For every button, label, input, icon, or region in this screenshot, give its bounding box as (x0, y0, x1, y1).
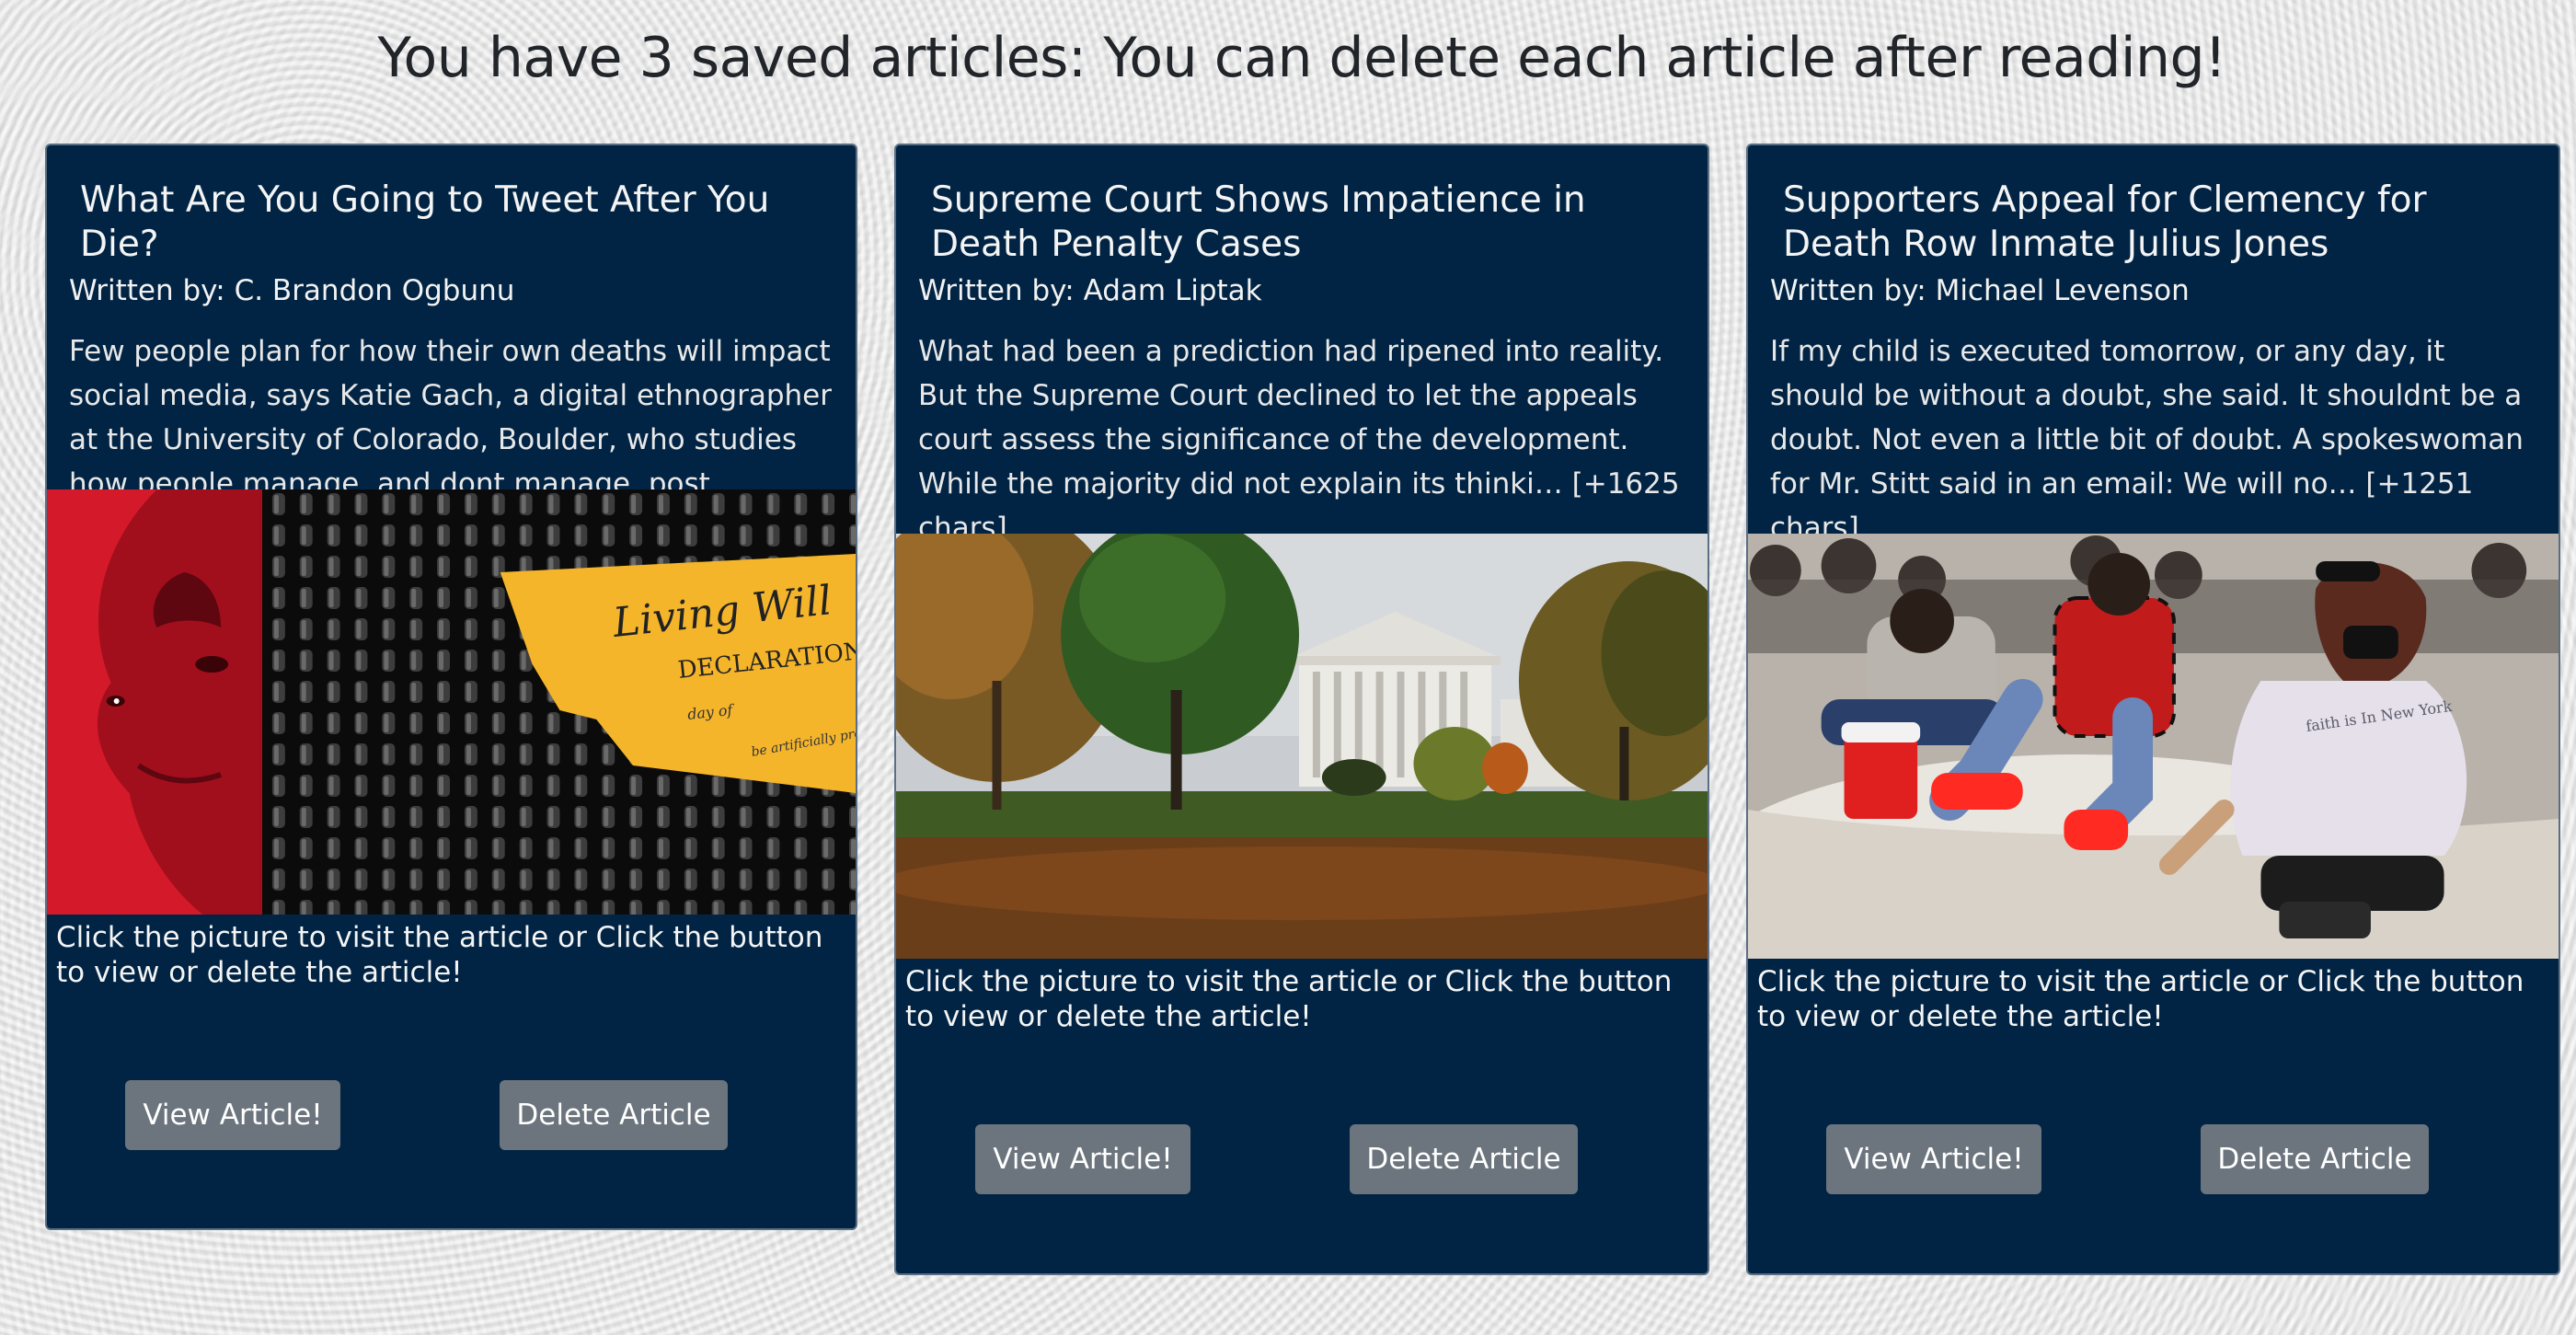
view-article-button[interactable]: View Article! (125, 1080, 340, 1150)
article-hint: Click the picture to visit the article o… (905, 965, 1673, 1033)
article-hint: Click the picture to visit the article o… (1757, 965, 2524, 1033)
article-title: Supreme Court Shows Impatience in Death … (931, 179, 1586, 265)
article-description: If my child is executed tomorrow, or any… (1770, 335, 2524, 545)
article-card: Supreme Court Shows Impatience in Death … (894, 144, 1709, 1275)
article-author: Written by: C. Brandon Ogbunu (69, 274, 515, 307)
delete-article-button[interactable]: Delete Article (2201, 1124, 2429, 1194)
view-article-button[interactable]: View Article! (1826, 1124, 2041, 1194)
article-card: Supporters Appeal for Clemency for Death… (1746, 144, 2560, 1275)
article-image-link[interactable]: Living Will DECLARATION day of be artifi… (47, 489, 856, 915)
article-image-link[interactable]: faith is In New York (1748, 534, 2559, 959)
view-article-button[interactable]: View Article! (975, 1124, 1190, 1194)
delete-article-button[interactable]: Delete Article (500, 1080, 728, 1150)
article-title: What Are You Going to Tweet After You Di… (80, 179, 770, 265)
article-hint: Click the picture to visit the article o… (56, 921, 823, 989)
page-heading: You have 3 saved articles: You can delet… (377, 26, 2226, 90)
article-image (896, 534, 1708, 959)
delete-article-button[interactable]: Delete Article (1350, 1124, 1578, 1194)
article-image-link[interactable] (896, 534, 1708, 959)
article-author: Written by: Michael Levenson (1770, 274, 2190, 307)
article-author: Written by: Adam Liptak (918, 274, 1262, 307)
article-title: Supporters Appeal for Clemency for Death… (1783, 179, 2427, 265)
article-card: What Are You Going to Tweet After You Di… (45, 144, 857, 1230)
article-image: Living Will DECLARATION day of be artifi… (47, 489, 856, 915)
article-image: faith is In New York (1748, 534, 2559, 959)
article-description: What had been a prediction had ripened i… (918, 335, 1680, 545)
